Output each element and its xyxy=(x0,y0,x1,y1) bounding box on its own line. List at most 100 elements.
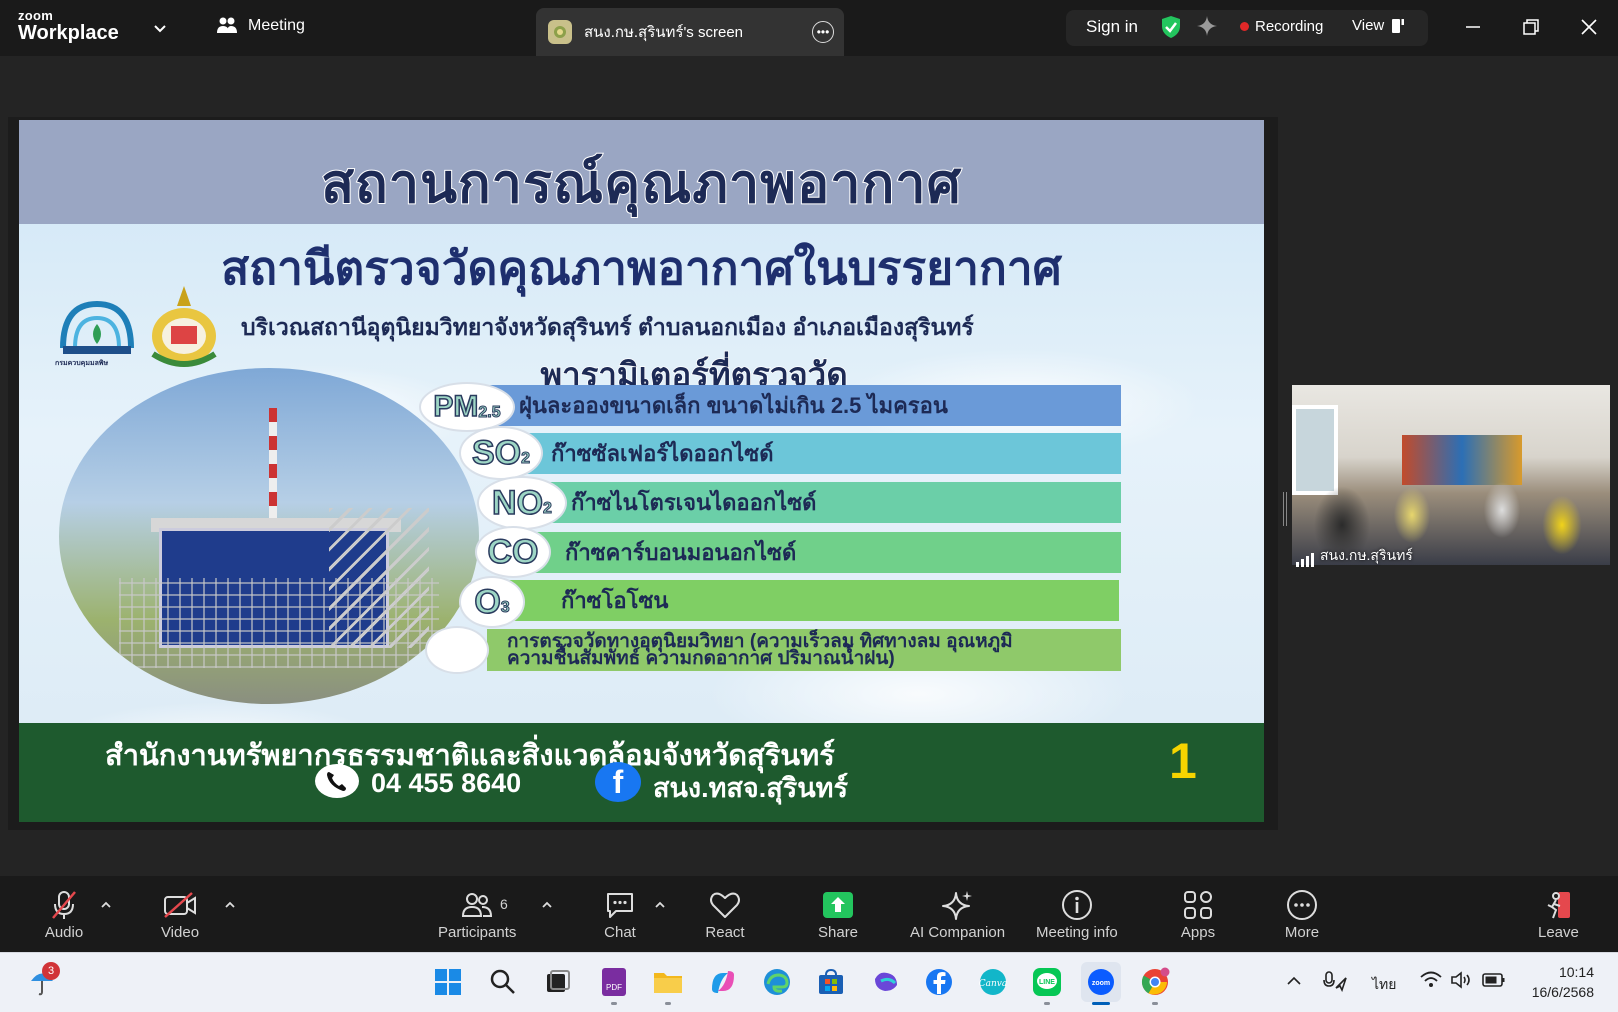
svg-text:PDF: PDF xyxy=(606,983,622,992)
meeting-button[interactable]: Meeting xyxy=(216,16,305,36)
leave-icon xyxy=(1547,892,1571,919)
task-view-button[interactable] xyxy=(537,962,577,1002)
leave-label: Leave xyxy=(1538,924,1579,941)
windows-logo-icon xyxy=(435,969,461,995)
meeting-label: Meeting xyxy=(248,17,305,34)
taskbar-canva[interactable]: Canva xyxy=(973,962,1013,1002)
taskbar-chrome[interactable] xyxy=(1135,962,1175,1002)
badge-text: SO xyxy=(471,433,522,473)
param-label: ก๊าซไนโตรเจนไดออกไซด์ xyxy=(571,490,817,515)
param-row-o3: ก๊าซโอโซน xyxy=(509,580,1119,621)
shared-screen-tab[interactable]: สนง.กษ.สุรินทร์'s screen ••• xyxy=(536,8,844,56)
taskbar-edge[interactable] xyxy=(757,962,797,1002)
clock-date: 16/6/2568 xyxy=(1531,984,1594,1000)
recording-indicator[interactable]: Recording xyxy=(1240,18,1323,35)
volume-icon[interactable] xyxy=(1450,970,1474,990)
video-off-icon xyxy=(164,892,196,918)
participants-caret-icon[interactable] xyxy=(540,898,554,912)
info-icon xyxy=(1061,890,1092,920)
apps-label: Apps xyxy=(1180,924,1216,941)
canva-icon: Canva xyxy=(979,969,1008,995)
minimize-icon[interactable] xyxy=(1462,16,1484,38)
chat-button[interactable]: Chat xyxy=(600,888,640,941)
zoom-workplace-logo: zoom Workplace xyxy=(18,9,119,43)
taskbar-pdf-app[interactable]: PDF xyxy=(594,962,634,1002)
close-icon[interactable] xyxy=(1578,16,1600,38)
participant-video[interactable] xyxy=(1292,385,1610,565)
line-app-icon: LINE xyxy=(1033,968,1061,996)
participant-name: สนง.กษ.สุรินทร์ xyxy=(1320,547,1413,563)
meeting-toolbar xyxy=(0,876,1618,952)
video-label: Video xyxy=(160,924,200,941)
chat-caret-icon[interactable] xyxy=(653,898,667,912)
wifi-icon[interactable] xyxy=(1420,970,1442,990)
badge-sub: 2.5 xyxy=(478,404,501,422)
badge-sub: 3 xyxy=(500,599,510,617)
view-button[interactable]: View xyxy=(1352,17,1405,34)
ai-companion-button[interactable]: AI Companion xyxy=(910,888,1005,941)
taskbar-facebook[interactable] xyxy=(919,962,959,1002)
taskbar-file-explorer[interactable] xyxy=(648,962,688,1002)
presentation-slide: สถานการณ์คุณภาพอากาศ สถานีตรวจวัดคุณภาพอ… xyxy=(19,120,1264,822)
mic-muted-icon xyxy=(52,891,76,919)
weather-widget[interactable]: 3 xyxy=(22,962,62,1002)
running-indicator xyxy=(665,1002,671,1005)
m365-icon xyxy=(875,972,897,991)
battery-icon[interactable] xyxy=(1482,972,1506,988)
so2-badge: SO 2 xyxy=(459,426,543,480)
param-row-pm25: ฝุ่นละอองขนาดเล็ก ขนาดไม่เกิน 2.5 ไมครอน xyxy=(481,385,1121,426)
apps-icon xyxy=(1184,891,1212,919)
start-button[interactable] xyxy=(428,962,468,1002)
video-button[interactable]: Video xyxy=(160,888,200,941)
badge-text: O xyxy=(474,582,502,622)
clock-time: 10:14 xyxy=(1558,964,1594,980)
more-options-icon[interactable]: ••• xyxy=(812,21,834,43)
search-button[interactable] xyxy=(483,962,523,1002)
slide-number: 1 xyxy=(1169,733,1197,789)
edge-browser-icon xyxy=(764,969,790,995)
security-shield-icon[interactable] xyxy=(1160,15,1182,39)
sign-in-button[interactable]: Sign in xyxy=(1086,17,1138,37)
view-layout-icon xyxy=(1392,18,1405,33)
more-button[interactable]: More xyxy=(1282,888,1322,941)
ai-sparkle-icon[interactable] xyxy=(1196,15,1218,37)
video-options-caret-icon[interactable] xyxy=(223,898,237,912)
audio-button[interactable]: Audio xyxy=(44,888,84,941)
share-button[interactable]: Share xyxy=(818,888,858,941)
audio-label: Audio xyxy=(44,924,84,941)
tray-chevron-up-icon[interactable] xyxy=(1286,975,1302,987)
param-row-weather: การตรวจวัดทางอุตุนิยมวิทยา (ความเร็วลม ท… xyxy=(487,629,1121,671)
phone-icon xyxy=(315,764,359,798)
ai-companion-icon xyxy=(941,891,972,920)
facebook-icon: f xyxy=(595,762,641,802)
svg-text:Canva: Canva xyxy=(979,979,1008,989)
taskbar-m365[interactable] xyxy=(866,962,906,1002)
station-photo xyxy=(59,368,479,704)
system-clock[interactable]: 10:14 16/6/2568 xyxy=(1524,962,1594,1002)
badge-text: CO xyxy=(487,532,540,572)
chevron-down-icon[interactable] xyxy=(152,20,168,36)
taskbar-zoom[interactable]: zoom xyxy=(1081,962,1121,1002)
taskbar-copilot[interactable] xyxy=(703,962,743,1002)
input-language[interactable]: ไทย xyxy=(1372,974,1396,996)
apps-button[interactable]: Apps xyxy=(1178,888,1218,941)
participants-label: Participants xyxy=(438,924,517,941)
taskbar-store[interactable] xyxy=(811,962,851,1002)
people-icon xyxy=(217,17,237,33)
react-button[interactable]: React xyxy=(705,888,745,941)
location-mic-tray-icon[interactable] xyxy=(1322,970,1348,992)
heart-icon xyxy=(710,892,740,918)
audio-options-caret-icon[interactable] xyxy=(99,898,113,912)
meeting-info-button[interactable]: Meeting info xyxy=(1036,888,1118,941)
restore-icon[interactable] xyxy=(1520,16,1542,38)
taskbar-line[interactable]: LINE xyxy=(1027,962,1067,1002)
no2-badge: NO 2 xyxy=(477,476,567,530)
more-label: More xyxy=(1284,924,1320,941)
param-label: ก๊าซโอโซน xyxy=(561,588,669,613)
leave-button[interactable]: Leave xyxy=(1538,888,1579,941)
co-badge: CO xyxy=(475,526,551,578)
screen-tab-label: สนง.กษ.สุรินทร์'s screen xyxy=(584,24,744,41)
fence xyxy=(119,578,439,668)
weather-badge xyxy=(425,626,489,674)
panel-resize-handle[interactable] xyxy=(1283,492,1287,526)
